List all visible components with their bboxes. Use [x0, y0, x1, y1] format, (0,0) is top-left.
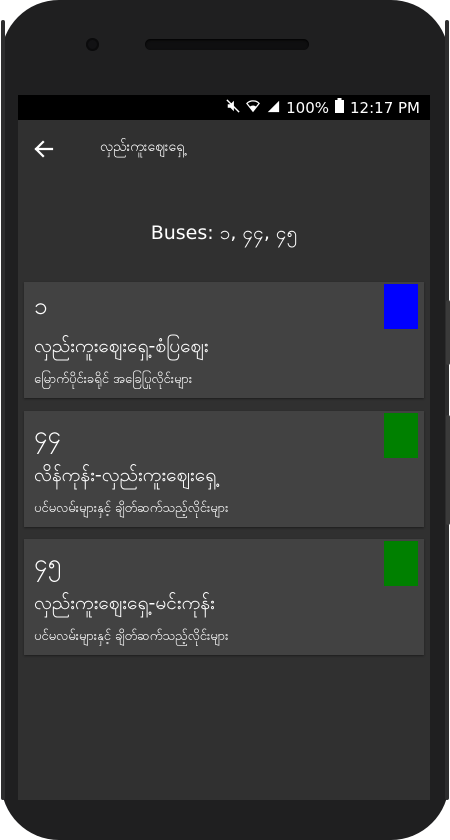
signal-icon — [266, 99, 280, 117]
status-bar: 100% 12:17 PM — [18, 95, 430, 120]
buses-summary: Buses: ၁, ၄၄, ၄၅ — [150, 222, 298, 244]
power-button — [446, 415, 450, 525]
route-color-swatch — [384, 541, 418, 586]
screen: 100% 12:17 PM လှည်းကူးဈေးရှေ့ Buses: ၁, … — [18, 95, 430, 800]
arrow-left-icon — [34, 140, 54, 158]
route-number: ၄၄ — [34, 421, 61, 449]
back-button[interactable] — [30, 135, 58, 163]
clock: 12:17 PM — [350, 98, 420, 117]
page-title: လှည်းကူးဈေးရှေ့ — [100, 139, 185, 155]
route-card[interactable]: ၄၅ လှည်းကူးဈေးရှေ့-မင်းကုန်း ပင်မလမ်းမျာ… — [24, 539, 424, 655]
front-camera — [86, 38, 99, 51]
route-line-type: ပင်မလမ်းများနှင့် ချိတ်ဆက်သည့်လိုင်းများ — [34, 629, 229, 644]
battery-percent: 100% — [286, 98, 330, 117]
route-number: ၁ — [34, 292, 48, 320]
route-number: ၄၅ — [34, 549, 61, 577]
route-name: လှည်းကူးဈေးရှေ့-စံပြဈေး — [34, 335, 209, 357]
earpiece-speaker — [145, 39, 309, 50]
battery-icon — [335, 98, 345, 117]
route-card[interactable]: ၁ လှည်းကူးဈေးရှေ့-စံပြဈေး မြောက်ပိုင်းခရ… — [24, 282, 424, 398]
app-bar: လှည်းကူးဈေးရှေ့ — [18, 120, 430, 178]
route-card[interactable]: ၄၄ လိန်ကုန်း-လှည်းကူးဈေးရှေ့ ပင်မလမ်းမျာ… — [24, 411, 424, 527]
route-name: လှည်းကူးဈေးရှေ့-မင်းကုန်း — [34, 592, 215, 614]
route-color-swatch — [384, 284, 418, 329]
route-color-swatch — [384, 413, 418, 458]
mute-icon — [226, 98, 240, 117]
phone-edge-left — [1, 20, 5, 800]
phone-edge-right — [445, 20, 449, 800]
route-line-type: မြောက်ပိုင်းခရိုင် အခြေပြုလိုင်းများ — [34, 372, 193, 387]
volume-button — [446, 300, 450, 365]
route-name: လိန်ကုန်း-လှည်းကူးဈေးရှေ့ — [34, 464, 217, 486]
route-line-type: ပင်မလမ်းများနှင့် ချိတ်ဆက်သည့်လိုင်းများ — [34, 501, 229, 516]
wifi-icon — [246, 99, 261, 117]
